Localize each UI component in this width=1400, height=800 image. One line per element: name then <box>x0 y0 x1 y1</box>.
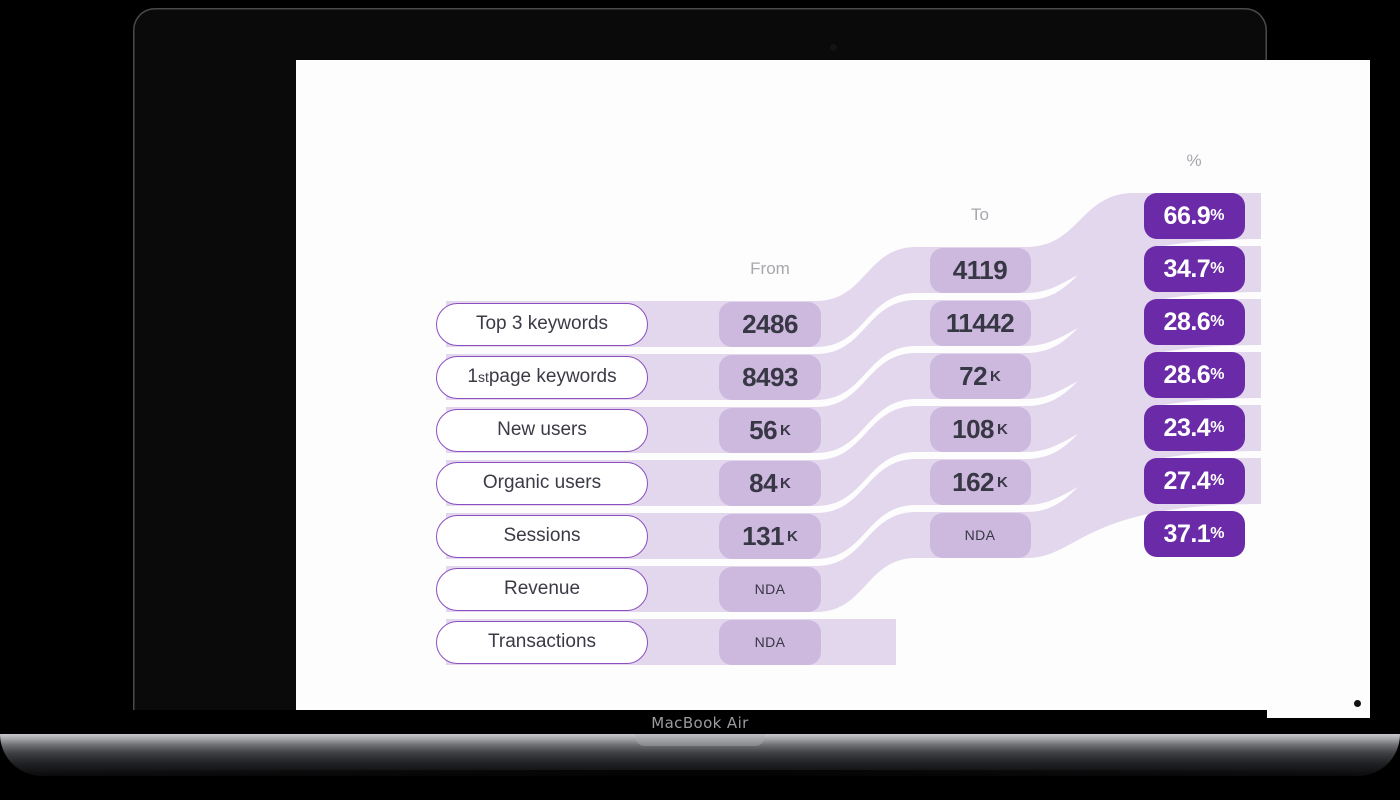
percent-number: 34.7 <box>1163 254 1211 283</box>
percent-symbol: % <box>1210 366 1225 383</box>
laptop-screen: Top 3 keywords 2486 4119 66.9% 1st page keyw… <box>296 60 1370 718</box>
percent-number: 23.4 <box>1163 413 1211 442</box>
laptop-shadow <box>0 770 1400 794</box>
funnel-header-percent: % <box>1186 151 1202 170</box>
value-nda-text: NDA <box>754 634 786 650</box>
funnel-to-value[interactable]: 11442 <box>929 300 1031 346</box>
funnel-chart: Top 3 keywords 2486 4119 66.9% 1st page keyw… <box>296 60 1370 718</box>
label-text: Organic users <box>482 472 602 493</box>
value-number: 8493 <box>742 361 798 392</box>
camera-dot-icon <box>830 44 837 51</box>
percent-number: 27.4 <box>1163 466 1211 495</box>
value-unit: K <box>780 474 791 492</box>
funnel-to-value[interactable]: NDA <box>929 512 1031 558</box>
funnel-row-label[interactable]: Top 3 keywords <box>436 302 648 346</box>
funnel-header-from: From <box>750 259 790 278</box>
funnel-row-label[interactable]: 1st page keywords <box>436 355 648 399</box>
value-number: 131 <box>742 520 785 551</box>
value-number: 56 <box>749 414 778 445</box>
funnel-percent-badge[interactable]: 27.4% <box>1143 458 1245 504</box>
label-text: New users <box>497 419 587 440</box>
funnel-header-to: To <box>971 205 989 224</box>
percent-symbol: % <box>1210 313 1225 330</box>
funnel-row-label[interactable]: Organic users <box>436 461 648 505</box>
value-number: 84 <box>749 467 778 498</box>
value-nda-text: NDA <box>964 527 996 543</box>
percent-number: 37.1 <box>1163 519 1211 548</box>
label-text: Revenue <box>503 578 581 599</box>
label-text-prefix: 1 <box>467 366 478 387</box>
value-unit: K <box>787 527 798 545</box>
funnel-from-value[interactable]: NDA <box>719 619 821 665</box>
value-number: 2486 <box>742 308 798 339</box>
funnel-from-value[interactable]: 2486 <box>719 301 821 347</box>
label-text: Sessions <box>503 525 581 546</box>
value-number: 162 <box>952 466 995 497</box>
percent-symbol: % <box>1210 207 1225 224</box>
percent-symbol: % <box>1210 419 1225 436</box>
funnel-row-label[interactable]: New users <box>436 408 648 452</box>
percent-symbol: % <box>1210 260 1225 277</box>
percent-symbol: % <box>1210 472 1225 489</box>
percent-number: 28.6 <box>1163 307 1211 336</box>
funnel-percent-badge[interactable]: 28.6% <box>1143 299 1245 345</box>
laptop-brand-label: MacBook Air <box>651 714 749 732</box>
screen-corner-dot <box>1354 700 1361 707</box>
label-ordinal-suffix: st <box>477 369 489 385</box>
value-number: 108 <box>952 413 995 444</box>
funnel-to-value[interactable]: 4119 <box>929 247 1031 293</box>
funnel-percent-badge[interactable]: 37.1% <box>1143 511 1245 557</box>
value-unit: K <box>780 421 791 439</box>
laptop-lid: Top 3 keywords 2486 4119 66.9% 1st page keyw… <box>133 8 1370 726</box>
funnel-from-value[interactable]: 56 K <box>719 407 821 453</box>
value-number: 72 <box>959 360 988 391</box>
funnel-to-value[interactable]: 162 K <box>929 459 1031 505</box>
funnel-from-value[interactable]: NDA <box>719 566 821 612</box>
percent-number: 66.9 <box>1163 201 1211 230</box>
label-text: Top 3 keywords <box>475 313 608 334</box>
funnel-percent-badge[interactable]: 23.4% <box>1143 405 1245 451</box>
laptop-chin: MacBook Air <box>133 710 1267 736</box>
laptop-base-notch <box>635 734 765 746</box>
percent-number: 28.6 <box>1163 360 1211 389</box>
value-unit: K <box>997 473 1008 491</box>
funnel-percent-badge[interactable]: 28.6% <box>1143 352 1245 398</box>
value-unit: K <box>990 367 1001 385</box>
value-unit: K <box>997 420 1008 438</box>
screenshot-stage: Top 3 keywords 2486 4119 66.9% 1st page keyw… <box>0 0 1400 800</box>
percent-symbol: % <box>1210 525 1225 542</box>
funnel-to-value[interactable]: 72 K <box>929 353 1031 399</box>
value-number: 4119 <box>952 254 1008 285</box>
funnel-from-value[interactable]: 8493 <box>719 354 821 400</box>
funnel-row-label[interactable]: Revenue <box>436 567 648 611</box>
funnel-to-value[interactable]: 108 K <box>929 406 1031 452</box>
label-text-rest: page keywords <box>488 366 617 387</box>
funnel-percent-badge[interactable]: 66.9% <box>1143 193 1245 239</box>
value-nda-text: NDA <box>754 581 786 597</box>
value-number: 11442 <box>945 307 1015 338</box>
funnel-percent-badge[interactable]: 34.7% <box>1143 246 1245 292</box>
funnel-row-label[interactable]: Transactions <box>436 620 648 664</box>
funnel-from-value[interactable]: 131 K <box>719 513 821 559</box>
funnel-from-value[interactable]: 84 K <box>719 460 821 506</box>
funnel-row-label[interactable]: Sessions <box>436 514 648 558</box>
label-text: Transactions <box>487 631 597 652</box>
